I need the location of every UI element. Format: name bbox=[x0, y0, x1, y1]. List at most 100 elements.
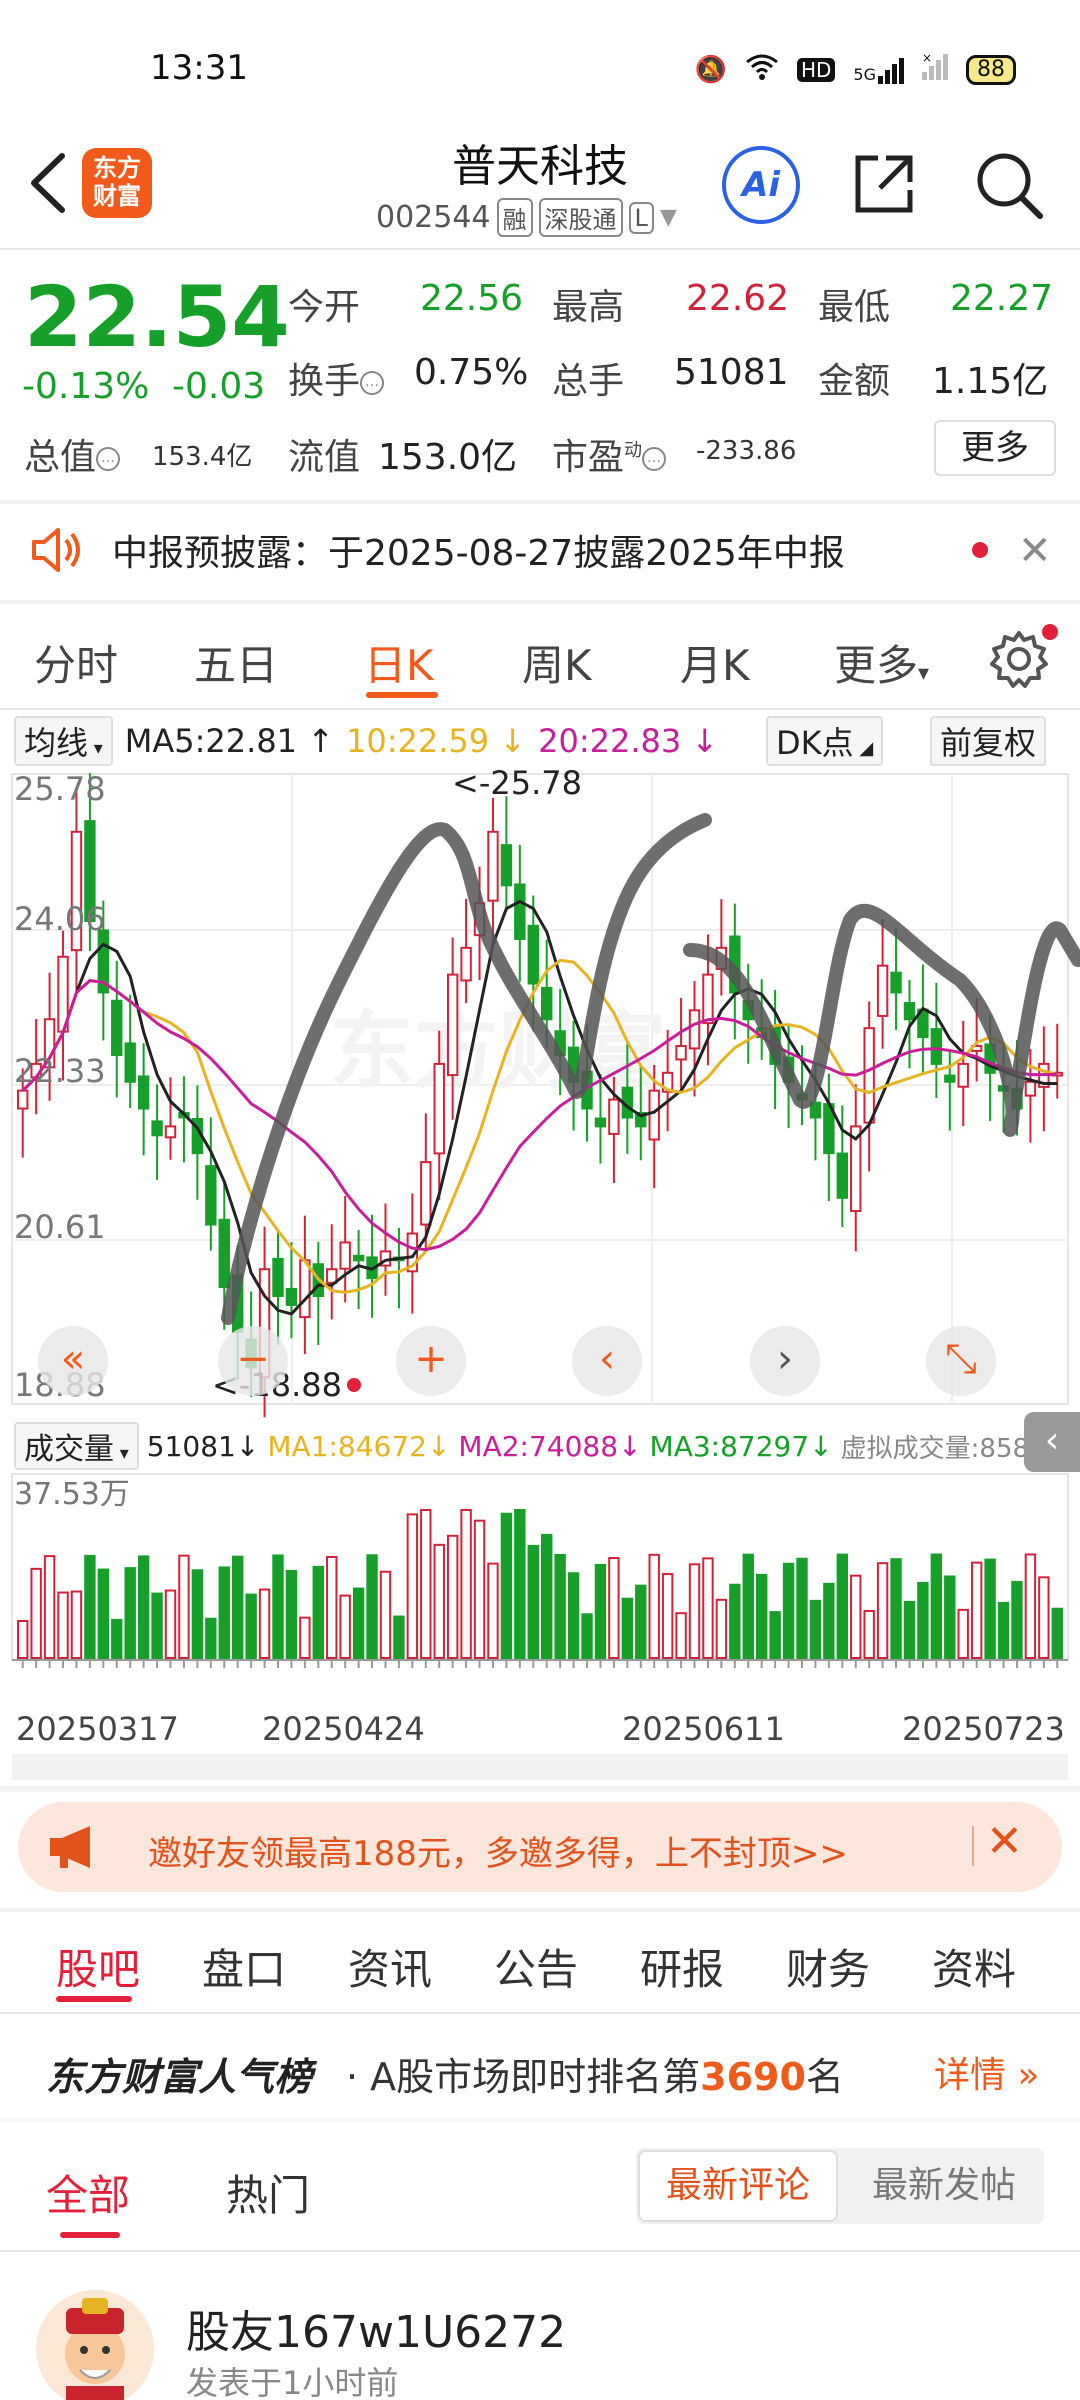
avatar[interactable] bbox=[36, 2290, 154, 2400]
tab-pankou[interactable]: 盘口 bbox=[202, 1936, 286, 1997]
tag-margin: 融 bbox=[496, 198, 533, 237]
tab-profile[interactable]: 资料 bbox=[932, 1936, 1016, 1997]
post-username[interactable]: 股友167w1U6272 bbox=[186, 2296, 566, 2360]
gear-icon[interactable] bbox=[988, 628, 1050, 690]
stock-code: 002544 bbox=[376, 200, 491, 235]
amount-value: 1.15亿 bbox=[932, 361, 1049, 402]
turnover-label: 换手… bbox=[288, 352, 385, 404]
notice-text[interactable]: 中报预披露：于2025-08-27披露2025年中报 bbox=[112, 524, 845, 576]
sort-latest-post[interactable]: 最新发帖 bbox=[846, 2150, 1042, 2222]
ma-row: 均线 ▾ MA5:22.81 ↑ 10:22.59 ↓ 20:22.83 ↓ bbox=[14, 716, 718, 766]
volume-bar bbox=[446, 1534, 459, 1659]
tab-research[interactable]: 研报 bbox=[640, 1936, 724, 1997]
adjust-button[interactable]: 前复权 bbox=[930, 716, 1047, 766]
ma-selector[interactable]: 均线 ▾ bbox=[14, 716, 113, 766]
mktcap-value: 153.4亿 bbox=[152, 442, 253, 472]
zoom-out-icon[interactable]: − bbox=[218, 1326, 288, 1396]
dk-point-button[interactable]: DK点 ◢ bbox=[766, 716, 884, 766]
candle-body bbox=[487, 830, 499, 902]
tab-announcements[interactable]: 公告 bbox=[494, 1936, 578, 1997]
candle-body bbox=[836, 1152, 849, 1199]
rank-detail-link[interactable]: 详情 » bbox=[934, 2046, 1039, 2098]
candle-body bbox=[527, 924, 539, 985]
volume-bar bbox=[514, 1509, 526, 1659]
volume-bar bbox=[769, 1611, 781, 1659]
volume-bar bbox=[635, 1584, 647, 1660]
collapse-panel-icon[interactable]: ‹ bbox=[1024, 1412, 1080, 1472]
fullscreen-icon[interactable]: ⤡ bbox=[926, 1326, 996, 1396]
tab-finance[interactable]: 财务 bbox=[786, 1936, 870, 1997]
feed-tab-all[interactable]: 全部 bbox=[46, 2162, 130, 2223]
volume-bar bbox=[541, 1533, 553, 1660]
arrow-down-icon: ↓ bbox=[235, 1429, 260, 1463]
kline-chart[interactable]: 东方财富 25.78 24.06 22.33 20.61 18.88 <-25.… bbox=[0, 770, 1080, 1780]
info-icon[interactable]: … bbox=[642, 447, 667, 471]
candle-body bbox=[702, 973, 714, 1025]
tab-weekly-k[interactable]: 周K bbox=[522, 632, 592, 693]
candle-body bbox=[17, 1089, 29, 1110]
tab-five-day[interactable]: 五日 bbox=[194, 632, 278, 693]
volume-bar bbox=[527, 1544, 539, 1660]
candle-body bbox=[594, 1117, 607, 1128]
volume-bar bbox=[796, 1557, 808, 1660]
volume-bar bbox=[178, 1554, 190, 1659]
ma10-value: 10:22.59 ↓ bbox=[346, 722, 526, 760]
stock-code-row[interactable]: 002544 融 深股通 L ▼ bbox=[376, 198, 677, 237]
volume-selector[interactable]: 成交量 ▾ bbox=[14, 1422, 139, 1470]
search-icon[interactable] bbox=[972, 148, 1046, 222]
candle-body bbox=[205, 1165, 217, 1226]
chevron-left-icon[interactable]: ‹ bbox=[572, 1326, 642, 1396]
open-label: 今开 bbox=[288, 287, 361, 328]
tab-news[interactable]: 资讯 bbox=[348, 1936, 432, 1997]
unread-dot bbox=[972, 542, 988, 558]
dk-label: DK点 bbox=[776, 724, 854, 762]
gear-unread-dot bbox=[1042, 624, 1058, 640]
chevron-right-icon[interactable]: › bbox=[750, 1326, 820, 1396]
candle-body bbox=[339, 1241, 351, 1270]
candle-body bbox=[944, 1074, 956, 1083]
post-time: 发表于1小时前 bbox=[186, 2364, 399, 2400]
feed-tab-hot[interactable]: 热门 bbox=[226, 2162, 310, 2223]
ma5-text: MA5:22.81 bbox=[124, 722, 298, 760]
volume-bar bbox=[1051, 1607, 1063, 1659]
volume-bar bbox=[57, 1591, 69, 1659]
pe-label: 市盈动… bbox=[552, 428, 667, 480]
tab-guba[interactable]: 股吧 bbox=[56, 1936, 140, 1997]
zoom-in-icon[interactable]: + bbox=[396, 1326, 466, 1396]
ma20-value: 20:22.83 ↓ bbox=[538, 722, 718, 760]
volume-bar bbox=[205, 1617, 217, 1659]
ma5-line bbox=[21, 899, 1058, 1316]
volume-bar bbox=[406, 1513, 419, 1659]
arrow-up-icon: ↑ bbox=[297, 722, 335, 760]
close-icon[interactable]: ✕ bbox=[1018, 528, 1052, 574]
rewind-icon[interactable]: « bbox=[38, 1326, 108, 1396]
volume-ma1: MA1:84672↓ bbox=[267, 1430, 450, 1463]
candle-body bbox=[500, 844, 513, 887]
ai-button[interactable]: Ai bbox=[722, 146, 800, 224]
rank-suffix: 名 bbox=[805, 2055, 844, 2099]
tab-daily-k[interactable]: 日K bbox=[364, 632, 434, 693]
pe-sup: 动 bbox=[624, 440, 643, 461]
tab-intraday[interactable]: 分时 bbox=[34, 632, 118, 693]
banner-divider bbox=[0, 1908, 1080, 1912]
tab-more[interactable]: 更多▾ bbox=[834, 632, 929, 693]
invite-banner-text[interactable]: 邀好友领最高188元，多邀多得，上不封顶>> bbox=[148, 1826, 848, 1875]
sort-latest-comment[interactable]: 最新评论 bbox=[638, 2150, 838, 2222]
battery-icon: 88 bbox=[966, 54, 1016, 85]
info-icon[interactable]: … bbox=[96, 447, 121, 471]
megaphone-icon bbox=[46, 1822, 102, 1876]
tab-monthly-k[interactable]: 月K bbox=[680, 632, 750, 693]
header-divider bbox=[0, 248, 1080, 250]
hd-icon: HD bbox=[796, 57, 836, 82]
tag-l: L bbox=[628, 201, 654, 234]
pe-value: -233.86 bbox=[696, 436, 797, 466]
volume-bar bbox=[890, 1558, 902, 1659]
more-button[interactable]: 更多 bbox=[934, 420, 1056, 476]
volume-row: 成交量 ▾ 51081↓ MA1:84672↓ MA2:74088↓ MA3:8… bbox=[14, 1422, 1062, 1470]
tab-active-underline bbox=[366, 692, 438, 698]
close-icon[interactable]: ✕ bbox=[986, 1816, 1023, 1867]
volume-value: 51081 bbox=[674, 352, 789, 393]
info-icon[interactable]: … bbox=[360, 371, 385, 395]
share-icon[interactable] bbox=[848, 148, 920, 220]
volume-bar bbox=[729, 1583, 741, 1659]
